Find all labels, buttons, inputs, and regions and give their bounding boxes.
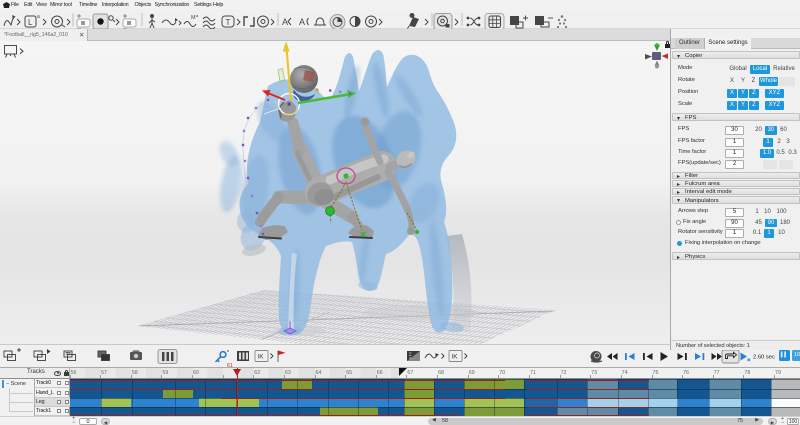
svg-text:L: L [28, 18, 33, 27]
svg-text:a: a [196, 13, 199, 18]
svg-text:IK: IK [258, 354, 265, 361]
svg-text:A: A [282, 17, 288, 27]
svg-text:2.60 sec: 2.60 sec [753, 355, 775, 361]
svg-text:a: a [37, 14, 40, 20]
svg-text:IK: IK [452, 354, 459, 361]
svg-text:A: A [299, 17, 305, 27]
svg-text:T: T [226, 18, 231, 27]
